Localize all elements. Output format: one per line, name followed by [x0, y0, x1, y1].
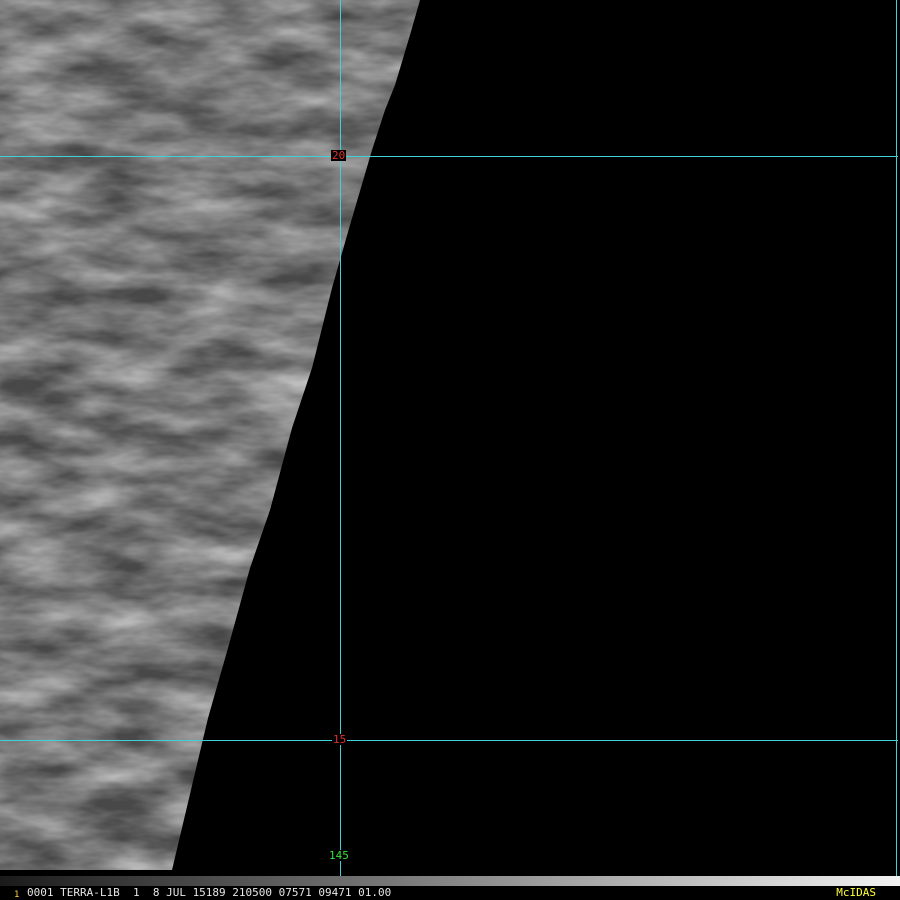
status-bar: 1 0001 TERRA-L1B 1 8 JUL 15189 210500 07…: [0, 886, 900, 900]
frame-number: 1: [14, 890, 20, 900]
satellite-image-viewport[interactable]: 20 15 145 1 0001 TERRA-L1B 1 8 JUL 15189…: [0, 0, 900, 900]
image-right-border: [896, 0, 897, 876]
latitude-label-20: 20: [331, 149, 347, 162]
latitude-line-20: [0, 156, 898, 157]
latitude-line-15: [0, 740, 898, 741]
satellite-cloud-imagery: [0, 0, 420, 870]
image-metadata-text: 0001 TERRA-L1B 1 8 JUL 15189 210500 0757…: [27, 886, 392, 899]
mcidas-brand: McIDAS: [836, 886, 876, 899]
latitude-label-15: 15: [332, 733, 348, 746]
grayscale-calibration-bar: [0, 876, 900, 886]
longitude-label-145: 145: [328, 849, 350, 862]
